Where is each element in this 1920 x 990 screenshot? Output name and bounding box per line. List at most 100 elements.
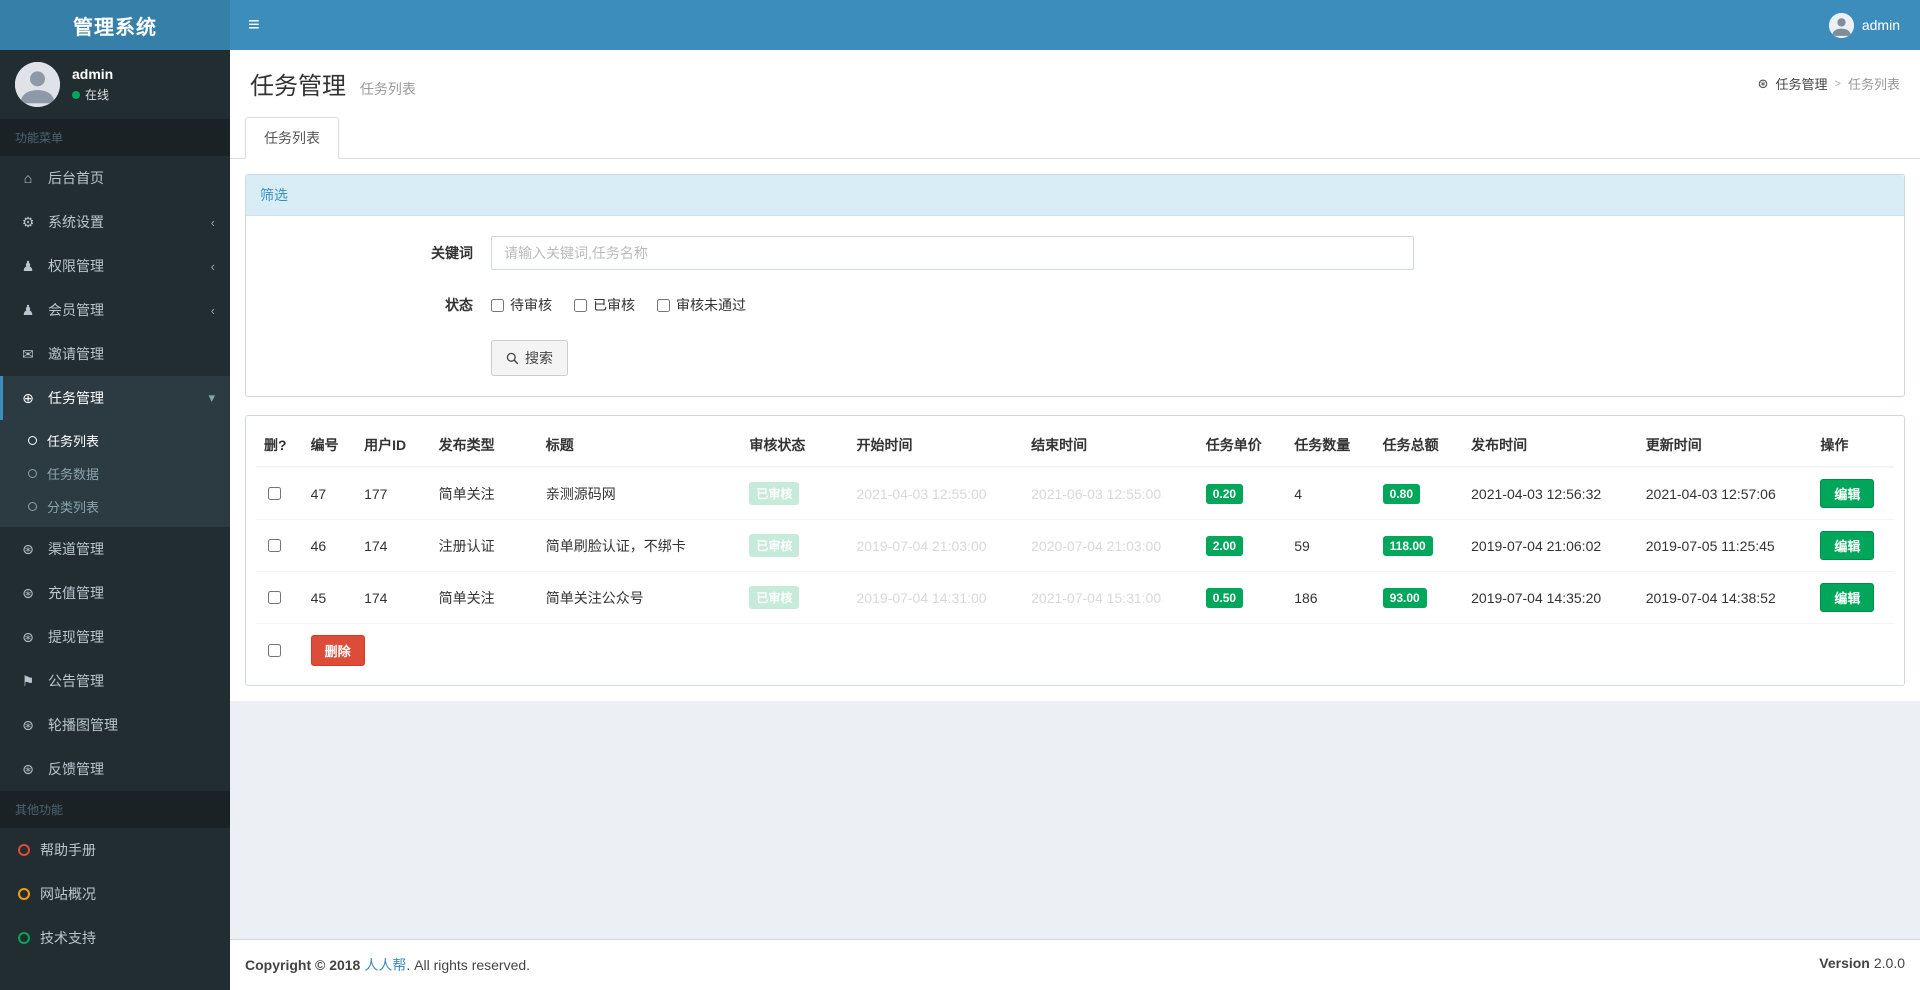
sidebar-item-feedback[interactable]: ⊛ 反馈管理 bbox=[0, 747, 230, 791]
asterisk-icon: ⊛ bbox=[22, 584, 34, 601]
cell-id: 47 bbox=[302, 467, 357, 520]
select-all-checkbox[interactable] bbox=[268, 644, 281, 657]
edit-button[interactable]: 编辑 bbox=[1820, 479, 1875, 508]
sidebar-item-label: 反馈管理 bbox=[48, 761, 104, 777]
copyright-rest: . All rights reserved. bbox=[406, 957, 531, 973]
col-header-end: 结束时间 bbox=[1023, 424, 1198, 468]
sidebar-item-help-manual[interactable]: 帮助手册 bbox=[0, 828, 230, 872]
asterisk-icon: ⊛ bbox=[22, 716, 34, 733]
col-header-title: 标题 bbox=[537, 424, 742, 468]
status-checkbox-rejected[interactable] bbox=[657, 298, 670, 312]
sidebar-item-dashboard[interactable]: ⌂ 后台首页 bbox=[0, 156, 230, 200]
status-label: 状态 bbox=[445, 297, 473, 313]
version-label: Version bbox=[1819, 955, 1870, 971]
sidebar-item-tech-support[interactable]: 技术支持 bbox=[0, 916, 230, 960]
envelope-icon: ✉ bbox=[22, 345, 34, 362]
filter-box-header: 筛选 bbox=[246, 175, 1904, 216]
chevron-left-icon: ‹ bbox=[210, 302, 215, 318]
sidebar-item-members[interactable]: ♟ 会员管理 ‹ bbox=[0, 288, 230, 332]
cell-type: 注册认证 bbox=[430, 519, 538, 572]
tab-task-list[interactable]: 任务列表 bbox=[245, 117, 339, 159]
sidebar-item-label: 网站概况 bbox=[40, 886, 96, 902]
circle-o-icon bbox=[28, 436, 37, 445]
chevron-left-icon: ‹ bbox=[210, 214, 215, 230]
col-header-actions: 操作 bbox=[1812, 424, 1894, 468]
search-icon bbox=[506, 352, 519, 364]
delete-button[interactable]: 删除 bbox=[310, 635, 365, 666]
sidebar-item-system-settings[interactable]: ⚙ 系统设置 ‹ bbox=[0, 200, 230, 244]
breadcrumb-link-tasks[interactable]: 任务管理 bbox=[1776, 74, 1828, 93]
submenu-item-task-list[interactable]: 任务列表 bbox=[0, 424, 230, 457]
brand-logo[interactable]: 管理系统 bbox=[0, 0, 230, 50]
submenu-item-category-list[interactable]: 分类列表 bbox=[0, 490, 230, 523]
sidebar-item-announcements[interactable]: ⚑ 公告管理 bbox=[0, 659, 230, 703]
sidebar-item-carousel[interactable]: ⊛ 轮播图管理 bbox=[0, 703, 230, 747]
edit-button[interactable]: 编辑 bbox=[1820, 531, 1875, 560]
sidebar-item-site-overview[interactable]: 网站概况 bbox=[0, 872, 230, 916]
submenu-item-label: 分类列表 bbox=[47, 500, 100, 515]
status-option-pending[interactable]: 待审核 bbox=[491, 288, 552, 322]
search-button[interactable]: 搜索 bbox=[491, 340, 568, 376]
col-header-total: 任务总额 bbox=[1374, 424, 1464, 468]
sidebar-section-other: 其他功能 bbox=[0, 791, 230, 828]
keyword-input[interactable] bbox=[491, 236, 1414, 270]
status-badge: 已审核 bbox=[749, 482, 800, 505]
row-select-checkbox[interactable] bbox=[268, 591, 281, 604]
sidebar-item-withdrawals[interactable]: ⊛ 提现管理 bbox=[0, 615, 230, 659]
submenu-item-task-data[interactable]: 任务数据 bbox=[0, 457, 230, 490]
status-checkbox-approved[interactable] bbox=[574, 298, 587, 312]
col-header-count: 任务数量 bbox=[1286, 424, 1375, 468]
col-header-start: 开始时间 bbox=[848, 424, 1024, 468]
col-header-user-id: 用户ID bbox=[356, 424, 431, 468]
footer-version: Version 2.0.0 bbox=[1819, 955, 1905, 975]
total-badge: 118.00 bbox=[1382, 535, 1433, 556]
total-badge: 0.80 bbox=[1382, 483, 1421, 504]
price-badge: 2.00 bbox=[1205, 535, 1244, 556]
status-option-rejected[interactable]: 审核未通过 bbox=[657, 288, 746, 322]
page-title: 任务管理 bbox=[250, 73, 346, 100]
sidebar-item-channels[interactable]: ⊛ 渠道管理 bbox=[0, 527, 230, 571]
search-button-label: 搜索 bbox=[525, 350, 553, 366]
submenu-item-label: 任务列表 bbox=[47, 434, 100, 449]
sidebar-section-menu: 功能菜单 bbox=[0, 119, 230, 156]
table-header-row: 删? 编号 用户ID 发布类型 标题 审核状态 开始时间 结束时间 任务单价 任… bbox=[256, 424, 1894, 468]
content-header: 任务管理 任务列表 ⊛ 任务管理 > 任务列表 bbox=[230, 50, 1920, 111]
row-select-checkbox[interactable] bbox=[268, 539, 281, 552]
user-avatar-icon bbox=[1828, 12, 1854, 38]
breadcrumb: ⊛ 任务管理 > 任务列表 bbox=[1758, 74, 1900, 93]
online-status-dot bbox=[72, 90, 80, 99]
edit-button[interactable]: 编辑 bbox=[1820, 583, 1875, 612]
filter-box: 筛选 关键词 状态 bbox=[245, 174, 1905, 397]
dashboard-icon: ⊛ bbox=[1757, 75, 1769, 91]
sidebar-item-label: 系统设置 bbox=[48, 214, 104, 230]
tab-bar: 任务列表 bbox=[230, 111, 1920, 159]
asterisk-icon: ⊛ bbox=[22, 628, 34, 645]
page-subtitle: 任务列表 bbox=[359, 81, 416, 97]
main-content: 任务管理 任务列表 ⊛ 任务管理 > 任务列表 任务列表 筛选 关键词 请输入关… bbox=[230, 50, 1920, 990]
cell-user-id: 177 bbox=[356, 467, 431, 520]
cell-title: 简单刷脸认证，不绑卡 bbox=[537, 519, 742, 572]
tasks-submenu: 任务列表 任务数据 分类列表 bbox=[0, 420, 230, 527]
orange-circle-icon bbox=[18, 888, 30, 900]
version-number: 2.0.0 bbox=[1873, 955, 1905, 971]
cell-updated: 2019-07-04 14:38:52 bbox=[1637, 571, 1813, 624]
status-checkbox-pending[interactable] bbox=[491, 298, 504, 312]
cell-start-time: 2019-07-04 14:31:00 bbox=[848, 571, 1024, 624]
price-badge: 0.20 bbox=[1205, 483, 1244, 504]
table-row: 47 177 简单关注 亲测源码网 已审核 2021-04-03 12:55:0… bbox=[256, 467, 1894, 520]
footer-brand-link[interactable]: 人人帮 bbox=[364, 957, 406, 973]
cell-updated: 2021-04-03 12:57:06 bbox=[1637, 467, 1813, 520]
navbar-main: ≡ admin bbox=[230, 0, 1920, 50]
sidebar-user-status: 在线 bbox=[72, 86, 113, 103]
cell-title: 简单关注公众号 bbox=[537, 571, 742, 624]
sidebar-item-label: 公告管理 bbox=[48, 673, 104, 689]
sidebar-item-permissions[interactable]: ♟ 权限管理 ‹ bbox=[0, 244, 230, 288]
cell-count: 4 bbox=[1286, 467, 1375, 520]
sidebar-item-invitations[interactable]: ✉ 邀请管理 bbox=[0, 332, 230, 376]
sidebar-toggle-icon[interactable]: ≡ bbox=[230, 0, 278, 50]
sidebar-item-recharge[interactable]: ⊛ 充值管理 bbox=[0, 571, 230, 615]
status-option-approved[interactable]: 已审核 bbox=[574, 288, 635, 322]
navbar-user-menu[interactable]: admin bbox=[1809, 0, 1920, 50]
sidebar-item-tasks[interactable]: ⊕ 任务管理 ▾ bbox=[0, 376, 230, 420]
row-select-checkbox[interactable] bbox=[268, 487, 281, 500]
